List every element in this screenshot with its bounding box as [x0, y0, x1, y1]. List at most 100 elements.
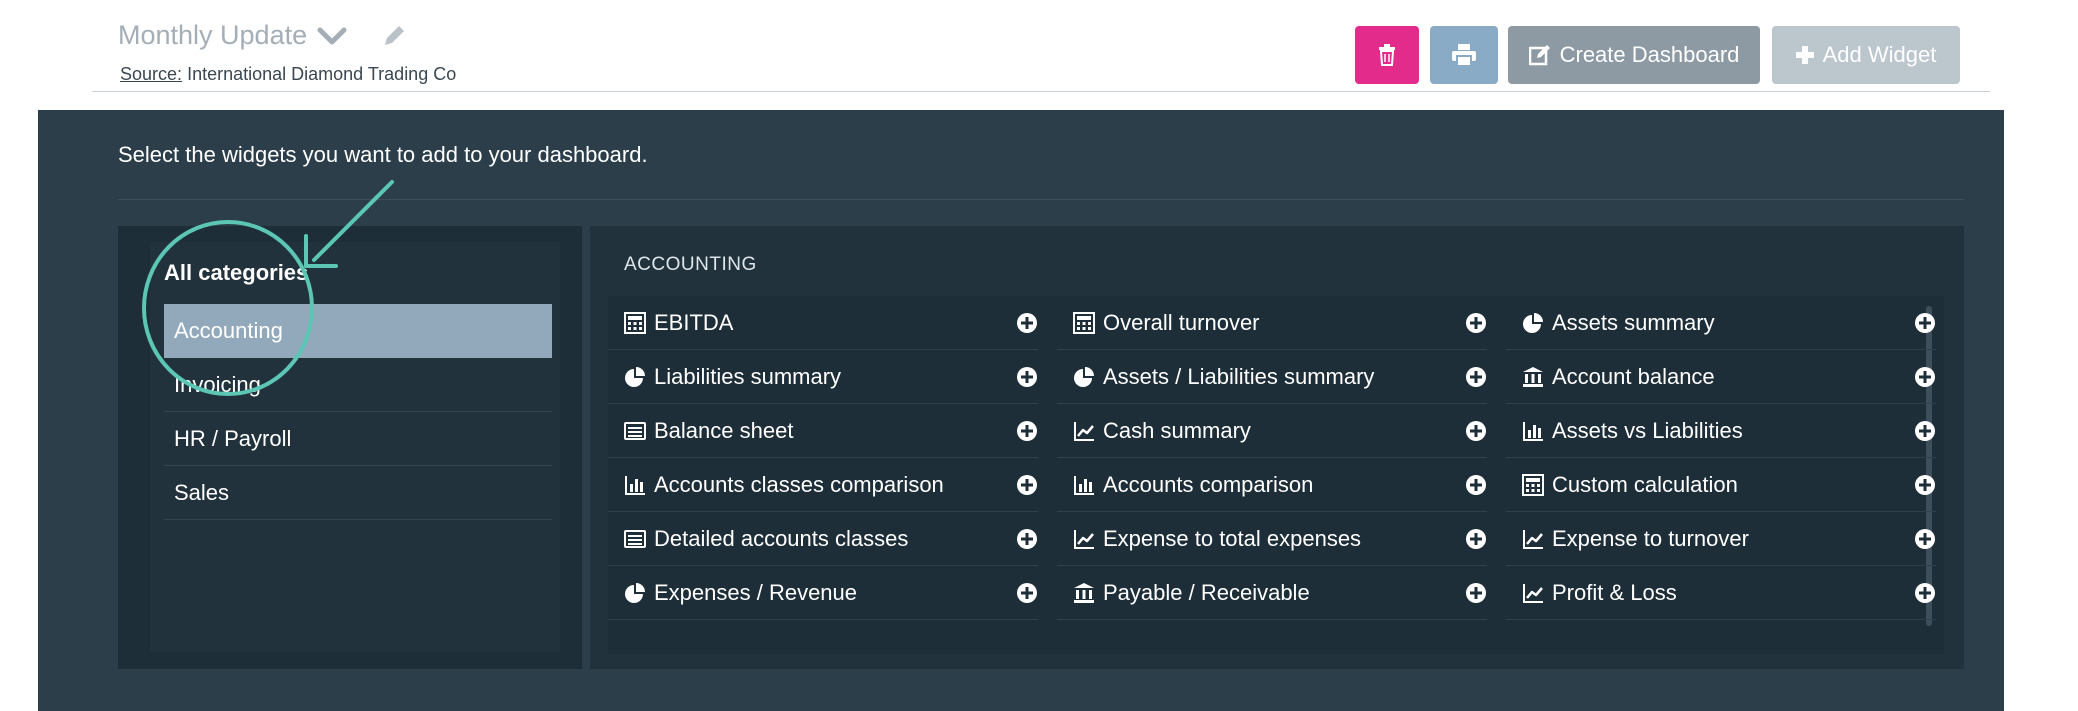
widget-item[interactable]: Assets / Liabilities summary — [1057, 350, 1487, 404]
add-circle-icon[interactable] — [1914, 366, 1936, 388]
calculator-icon — [624, 311, 646, 334]
chevron-down-icon[interactable] — [317, 24, 347, 48]
widget-picker-panel: Select the widgets you want to add to yo… — [38, 110, 2004, 711]
source-label: Source: — [120, 64, 183, 84]
widget-item[interactable]: Profit & Loss — [1506, 566, 1936, 620]
add-circle-icon[interactable] — [1465, 474, 1487, 496]
source-line: Source: International Diamond Trading Co — [120, 64, 456, 85]
widget-label: Accounts comparison — [1103, 471, 1314, 497]
create-dashboard-label: Create Dashboard — [1559, 42, 1740, 67]
list-icon — [624, 421, 646, 440]
widget-label: EBITDA — [654, 309, 734, 335]
title-row: Monthly Update — [118, 20, 407, 51]
add-circle-icon[interactable] — [1465, 528, 1487, 550]
widget-item[interactable]: Cash summary — [1057, 404, 1487, 458]
bar-chart-icon — [1523, 421, 1543, 441]
add-circle-icon[interactable] — [1914, 312, 1936, 334]
delete-button[interactable] — [1355, 26, 1419, 84]
widget-item[interactable]: Accounts comparison — [1057, 458, 1487, 512]
widget-item[interactable]: Expenses / Revenue — [608, 566, 1038, 620]
add-circle-icon[interactable] — [1016, 528, 1038, 550]
widget-label: Expense to turnover — [1552, 525, 1749, 551]
panel-instruction: Select the widgets you want to add to yo… — [118, 142, 648, 167]
widget-item[interactable]: Assets vs Liabilities — [1506, 404, 1936, 458]
widget-item[interactable]: Liabilities summary — [608, 350, 1038, 404]
category-label: Accounting — [174, 318, 283, 343]
category-sidebar: All categories Accounting Invoicing HR /… — [118, 226, 582, 669]
calculator-icon — [1522, 473, 1544, 496]
category-label: HR / Payroll — [174, 425, 292, 451]
header-divider — [92, 91, 1990, 92]
add-circle-icon[interactable] — [1016, 420, 1038, 442]
bar-chart-icon — [625, 475, 645, 495]
widget-label: Account balance — [1552, 363, 1715, 389]
edit-icon — [1528, 45, 1550, 66]
widget-label: Expense to total expenses — [1103, 525, 1362, 551]
add-circle-icon[interactable] — [1016, 312, 1038, 334]
category-label: Invoicing — [174, 371, 261, 397]
add-circle-icon[interactable] — [1016, 582, 1038, 604]
widget-item[interactable]: Detailed accounts classes — [608, 512, 1038, 566]
widget-list-area: ACCOUNTING EBITDA Liabilities summary Bala… — [590, 226, 1964, 669]
add-widget-button[interactable]: Add Widget — [1772, 26, 1960, 84]
widget-label: Profit & Loss — [1552, 579, 1677, 605]
widget-item[interactable]: Overall turnover — [1057, 296, 1487, 350]
bar-chart-icon — [1074, 475, 1094, 495]
widget-label: Accounts classes comparison — [654, 471, 944, 497]
bank-icon — [1523, 366, 1543, 387]
line-chart-icon — [1523, 583, 1543, 603]
widget-label: Detailed accounts classes — [654, 525, 909, 551]
line-chart-icon — [1074, 421, 1094, 441]
add-circle-icon[interactable] — [1465, 582, 1487, 604]
add-circle-icon[interactable] — [1465, 312, 1487, 334]
pencil-icon[interactable] — [381, 23, 407, 49]
widget-label: Balance sheet — [654, 417, 794, 443]
widget-item[interactable]: Balance sheet — [608, 404, 1038, 458]
category-item-sales[interactable]: Sales — [164, 466, 552, 520]
calculator-icon — [1073, 311, 1095, 334]
widget-item[interactable]: Assets summary — [1506, 296, 1936, 350]
line-chart-icon — [1074, 529, 1094, 549]
add-circle-icon[interactable] — [1914, 420, 1936, 442]
widget-item[interactable]: Accounts classes comparison — [608, 458, 1038, 512]
widget-grid[interactable]: EBITDA Liabilities summary Balance sheet Ac… — [608, 296, 1944, 654]
add-circle-icon[interactable] — [1914, 474, 1936, 496]
category-item-hr-payroll[interactable]: HR / Payroll — [164, 412, 552, 466]
add-circle-icon[interactable] — [1914, 582, 1936, 604]
add-circle-icon[interactable] — [1914, 528, 1936, 550]
category-label: Sales — [174, 479, 230, 505]
trash-icon — [1379, 44, 1395, 66]
top-header: Monthly Update Source: International Dia… — [0, 0, 2078, 110]
list-icon — [624, 529, 646, 548]
widget-item[interactable]: Expense to total expenses — [1057, 512, 1487, 566]
widget-item[interactable]: Custom calculation — [1506, 458, 1936, 512]
print-button[interactable] — [1430, 26, 1498, 84]
widget-item[interactable]: Expense to turnover — [1506, 512, 1936, 566]
widget-item[interactable]: Payable / Receivable — [1057, 566, 1487, 620]
widget-label: Assets summary — [1552, 309, 1715, 335]
panel-divider — [118, 199, 1964, 200]
widget-section-title: ACCOUNTING — [624, 254, 757, 275]
source-value: International Diamond Trading Co — [187, 64, 457, 84]
widget-label: Liabilities summary — [654, 363, 842, 389]
pie-chart-icon — [1074, 366, 1094, 387]
add-circle-icon[interactable] — [1016, 366, 1038, 388]
widget-label: Overall turnover — [1103, 309, 1260, 335]
add-circle-icon[interactable] — [1016, 474, 1038, 496]
add-circle-icon[interactable] — [1465, 420, 1487, 442]
plus-icon — [1795, 46, 1814, 64]
category-title[interactable]: All categories — [164, 260, 308, 286]
category-item-invoicing[interactable]: Invoicing — [164, 358, 552, 412]
bank-icon — [1074, 582, 1094, 603]
widget-item[interactable]: Account balance — [1506, 350, 1936, 404]
dashboard-title[interactable]: Monthly Update — [118, 20, 307, 51]
create-dashboard-button[interactable]: Create Dashboard — [1508, 26, 1760, 84]
pie-chart-icon — [625, 366, 645, 387]
widget-item[interactable]: EBITDA — [608, 296, 1038, 350]
category-item-accounting[interactable]: Accounting — [164, 304, 552, 358]
print-icon — [1452, 44, 1476, 66]
add-widget-label: Add Widget — [1822, 42, 1937, 67]
widget-label: Payable / Receivable — [1103, 579, 1310, 605]
add-circle-icon[interactable] — [1465, 366, 1487, 388]
widget-label: Expenses / Revenue — [654, 579, 858, 605]
